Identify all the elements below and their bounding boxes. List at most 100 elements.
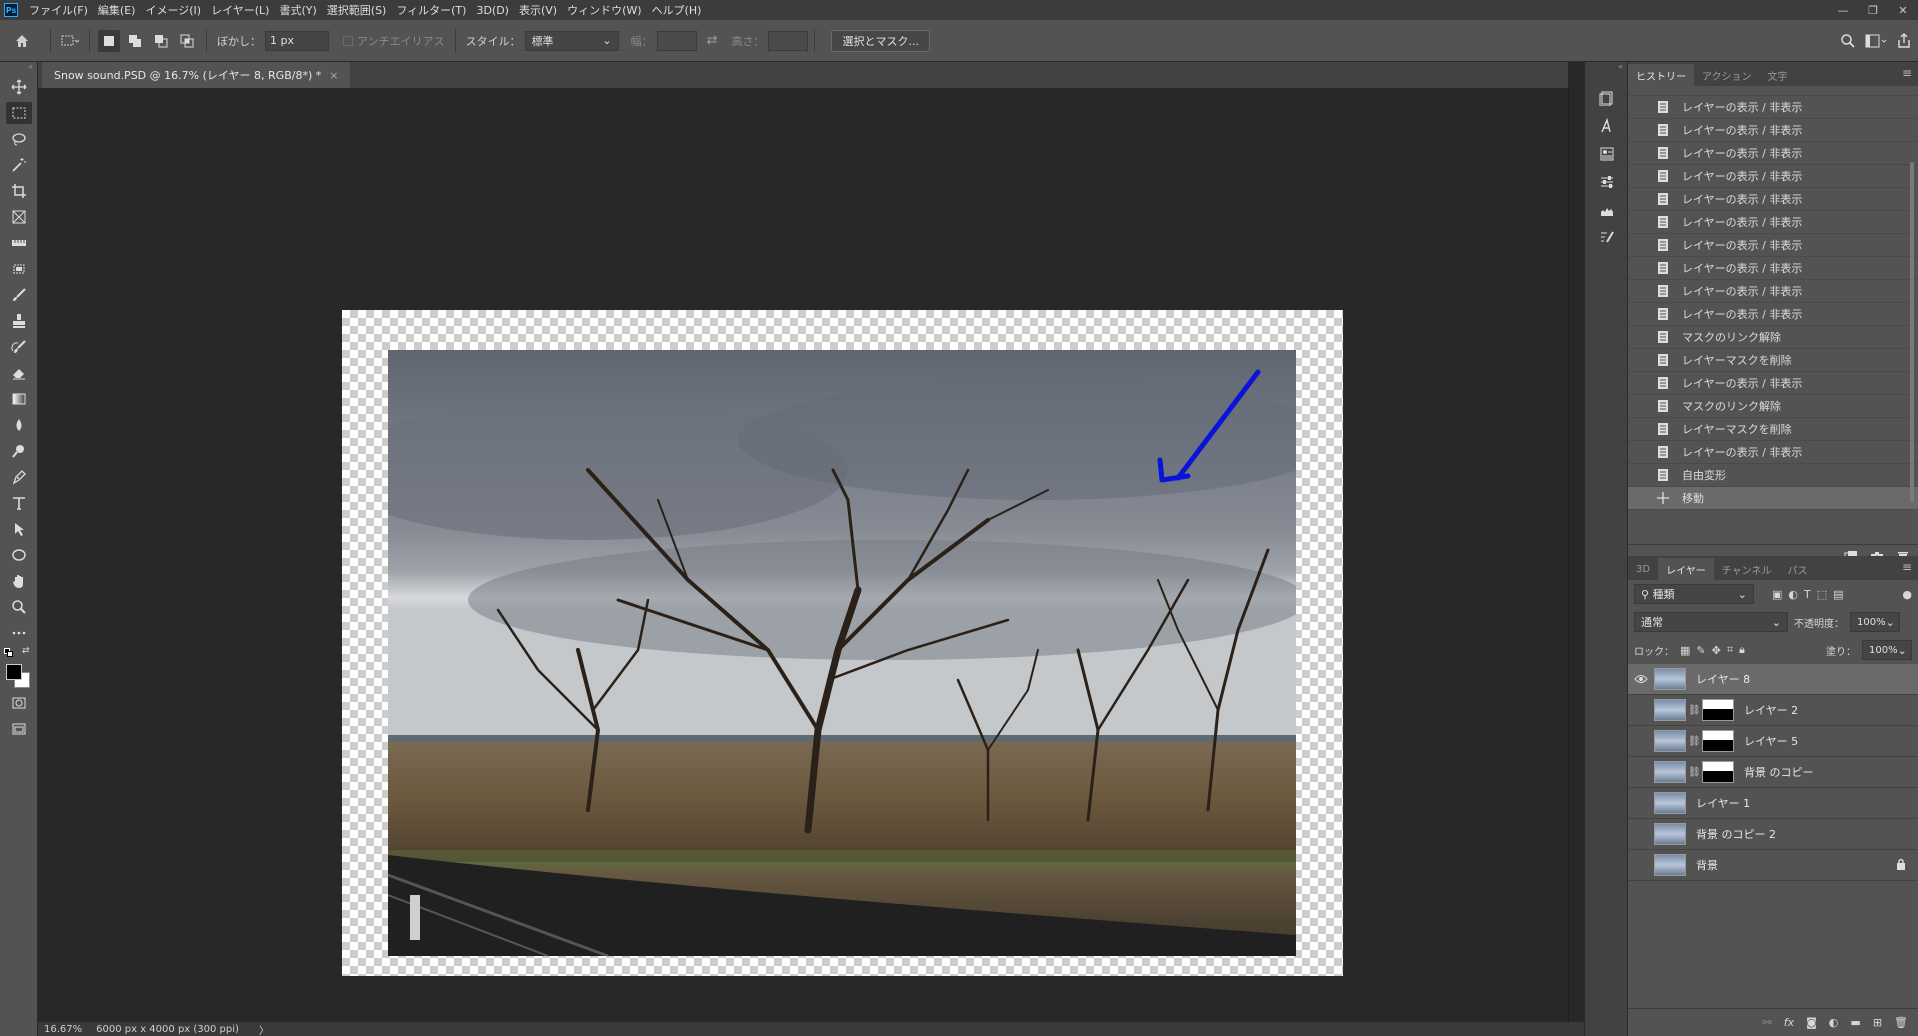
- history-snapshot-checkbox[interactable]: [1636, 123, 1650, 137]
- tool-preset-picker[interactable]: [59, 30, 81, 52]
- layer-style-fx-icon[interactable]: fx: [1784, 1016, 1794, 1029]
- layer-name[interactable]: 背景 のコピー: [1744, 764, 1814, 780]
- layer-mask-thumbnail[interactable]: [1702, 699, 1734, 721]
- lock-transparency-icon[interactable]: ▦: [1680, 644, 1690, 657]
- filter-type-icon[interactable]: T: [1804, 588, 1811, 601]
- clone-stamp-tool[interactable]: [0, 308, 38, 334]
- intersect-selection-button[interactable]: [176, 30, 198, 52]
- hand-tool[interactable]: [0, 568, 38, 594]
- menu-layer[interactable]: レイヤー(L): [206, 2, 274, 18]
- layer-thumbnail[interactable]: [1654, 823, 1686, 845]
- history-snapshot-checkbox[interactable]: [1636, 330, 1650, 344]
- tab-paths[interactable]: パス: [1779, 558, 1815, 580]
- tab-character[interactable]: 文字: [1760, 64, 1796, 86]
- layer-row[interactable]: レイヤー 1: [1628, 788, 1918, 819]
- history-item[interactable]: マスクのリンク解除: [1628, 326, 1918, 349]
- history-item[interactable]: レイヤーの表示 / 非表示: [1628, 303, 1918, 326]
- layer-thumbnail[interactable]: [1654, 730, 1686, 752]
- tab-channels[interactable]: チャンネル: [1714, 558, 1780, 580]
- minimize-button[interactable]: —: [1828, 0, 1858, 20]
- eye-visibility-icon[interactable]: [1628, 674, 1654, 684]
- history-snapshot-checkbox[interactable]: [1636, 399, 1650, 413]
- layer-name[interactable]: 背景: [1696, 857, 1718, 873]
- character-panel-button[interactable]: [1585, 112, 1629, 140]
- collapse-panels-icon[interactable]: «: [1585, 62, 1627, 74]
- default-colors-icon[interactable]: [4, 648, 14, 658]
- brush-settings-panel-button[interactable]: [1585, 224, 1629, 252]
- mask-link-icon[interactable]: ⛓: [1688, 736, 1701, 747]
- brush-tool[interactable]: [0, 282, 38, 308]
- status-menu-arrow[interactable]: 〉: [259, 1022, 269, 1036]
- history-snapshot-checkbox[interactable]: [1636, 307, 1650, 321]
- workspace-button[interactable]: [1862, 27, 1890, 55]
- history-item[interactable]: レイヤーの表示 / 非表示: [1628, 165, 1918, 188]
- layer-row[interactable]: ⛓ レイヤー 2: [1628, 695, 1918, 726]
- dodge-tool[interactable]: [0, 438, 38, 464]
- history-brush-tool[interactable]: [0, 334, 38, 360]
- history-scrollbar[interactable]: [1908, 92, 1916, 532]
- menu-edit[interactable]: 編集(E): [93, 2, 141, 18]
- move-tool[interactable]: [0, 74, 38, 100]
- adjustments-panel-button[interactable]: [1585, 168, 1629, 196]
- history-snapshot-checkbox[interactable]: [1636, 468, 1650, 482]
- history-item[interactable]: レイヤーの表示 / 非表示: [1628, 280, 1918, 303]
- menu-3d[interactable]: 3D(D): [471, 4, 514, 17]
- eraser-tool[interactable]: [0, 360, 38, 386]
- zoom-level[interactable]: 16.67%: [44, 1024, 82, 1035]
- add-selection-button[interactable]: [124, 30, 146, 52]
- layer-mask-thumbnail[interactable]: [1702, 761, 1734, 783]
- visibility-toggle[interactable]: [1628, 766, 1654, 778]
- width-input[interactable]: [656, 30, 697, 51]
- tab-actions[interactable]: アクション: [1694, 64, 1760, 86]
- magic-wand-tool[interactable]: [0, 152, 38, 178]
- layer-name[interactable]: レイヤー 5: [1744, 733, 1798, 749]
- new-group-folder-icon[interactable]: ▬: [1850, 1016, 1860, 1029]
- edit-toolbar-button[interactable]: [0, 620, 38, 646]
- mask-link-icon[interactable]: ⛓: [1688, 705, 1701, 716]
- layer-row[interactable]: ⛓ 背景 のコピー: [1628, 757, 1918, 788]
- history-snapshot-checkbox[interactable]: [1636, 261, 1650, 275]
- swap-colors-icon[interactable]: ⇄: [22, 646, 30, 656]
- panel-menu-icon[interactable]: ≡: [1902, 66, 1912, 80]
- visibility-toggle[interactable]: [1628, 704, 1654, 716]
- filter-smart-object-icon[interactable]: ▤: [1833, 588, 1843, 601]
- layer-name[interactable]: レイヤー 2: [1744, 702, 1798, 718]
- lock-all-icon[interactable]: 🔒︎: [1739, 643, 1745, 657]
- history-item[interactable]: レイヤーの表示 / 非表示: [1628, 234, 1918, 257]
- feather-input[interactable]: 1 px: [265, 30, 329, 51]
- history-snapshot-checkbox[interactable]: [1636, 353, 1650, 367]
- select-and-mask-button[interactable]: 選択とマスク...: [831, 29, 930, 52]
- visibility-toggle[interactable]: [1628, 828, 1654, 840]
- close-button[interactable]: ✕: [1888, 0, 1918, 20]
- history-snapshot-checkbox[interactable]: [1636, 376, 1650, 390]
- tab-history[interactable]: ヒストリー: [1628, 64, 1694, 86]
- filter-pixel-icon[interactable]: ▣: [1772, 588, 1782, 601]
- history-item[interactable]: [1628, 86, 1918, 96]
- ruler-tool[interactable]: [0, 230, 38, 256]
- layer-name[interactable]: レイヤー 1: [1696, 795, 1750, 811]
- menu-window[interactable]: ウィンドウ(W): [562, 2, 646, 18]
- type-tool[interactable]: [0, 490, 38, 516]
- histogram-panel-button[interactable]: [1585, 196, 1629, 224]
- swap-icon[interactable]: ⇄: [707, 33, 718, 48]
- visibility-toggle[interactable]: [1628, 797, 1654, 809]
- history-snapshot-checkbox[interactable]: [1636, 238, 1650, 252]
- layer-name[interactable]: 背景 のコピー 2: [1696, 826, 1776, 842]
- visibility-toggle[interactable]: [1628, 859, 1654, 871]
- new-selection-button[interactable]: [98, 29, 120, 52]
- history-item[interactable]: レイヤーの表示 / 非表示: [1628, 257, 1918, 280]
- new-layer-icon[interactable]: ⊞: [1873, 1016, 1882, 1029]
- crop-tool[interactable]: [0, 178, 38, 204]
- style-dropdown[interactable]: 標準 ⌄: [524, 30, 619, 51]
- history-item[interactable]: レイヤーの表示 / 非表示: [1628, 119, 1918, 142]
- antialias-checkbox[interactable]: [343, 35, 353, 46]
- history-item[interactable]: レイヤーマスクを削除: [1628, 349, 1918, 372]
- history-item[interactable]: レイヤーの表示 / 非表示: [1628, 441, 1918, 464]
- history-item[interactable]: レイヤーの表示 / 非表示: [1628, 372, 1918, 395]
- tab-3d[interactable]: 3D: [1628, 558, 1658, 580]
- layer-row[interactable]: 背景 のコピー 2: [1628, 819, 1918, 850]
- document-tab[interactable]: Snow sound.PSD @ 16.7% (レイヤー 8, RGB/8*) …: [42, 62, 351, 88]
- pen-tool[interactable]: [0, 464, 38, 490]
- history-snapshot-checkbox[interactable]: [1636, 86, 1650, 95]
- menu-help[interactable]: ヘルプ(H): [647, 2, 707, 18]
